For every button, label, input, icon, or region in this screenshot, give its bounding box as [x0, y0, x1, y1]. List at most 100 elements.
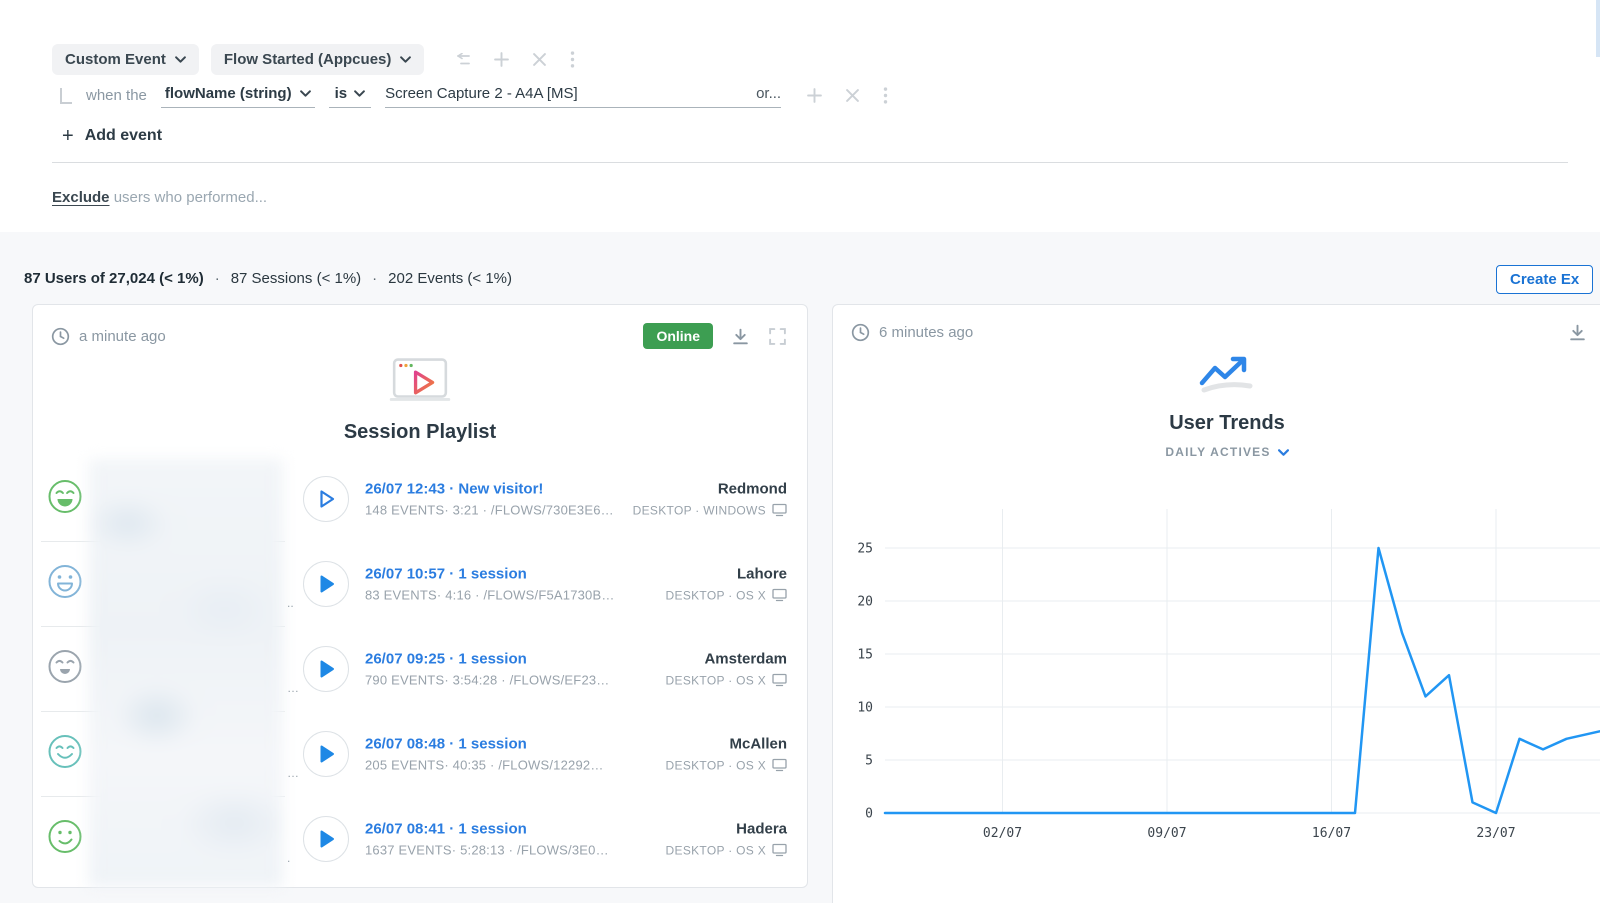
x-tick-label: 02/07: [983, 826, 1022, 841]
chevron-down-icon: [400, 56, 412, 63]
play-icon: [320, 489, 335, 508]
event-name-dropdown[interactable]: Flow Started (Appcues): [210, 44, 425, 75]
emoji-smile-blue-icon: [47, 563, 83, 604]
condition-row: when the flowName (string) is Screen Cap…: [60, 82, 888, 108]
play-icon: [320, 830, 334, 847]
chevron-down-icon: [354, 90, 365, 97]
download-icon[interactable]: [1568, 323, 1587, 342]
add-event-button[interactable]: + Add event: [62, 125, 162, 147]
play-session-button[interactable]: [303, 730, 349, 777]
x-tick-label: 09/07: [1147, 826, 1186, 841]
play-session-button[interactable]: [303, 560, 349, 607]
or-more-button[interactable]: or...: [756, 85, 781, 102]
session-city: Amsterdam: [704, 650, 787, 667]
kebab-icon[interactable]: [883, 87, 888, 104]
event-name-label: Flow Started (Appcues): [223, 51, 392, 68]
exclude-hint: users who performed...: [113, 189, 268, 206]
create-export-button[interactable]: Create Ex: [1496, 265, 1594, 294]
session-link[interactable]: 26/07 12:43 · New visitor!: [365, 480, 614, 497]
separator-dot: ·: [372, 270, 378, 287]
chevron-down-icon: [1277, 448, 1289, 456]
session-device: DESKTOP · OS X: [666, 843, 787, 857]
play-session-button[interactable]: [303, 645, 349, 692]
plus-icon[interactable]: [807, 88, 822, 103]
property-label: flowName (string): [164, 85, 292, 102]
name-ellipsis: ..: [287, 596, 294, 610]
daily-actives-line: [883, 546, 1600, 815]
session-device: DESKTOP · OS X: [666, 673, 787, 687]
last-updated: 6 minutes ago: [879, 324, 974, 341]
condition-row-actions: [807, 87, 888, 108]
trend-arrow-icon: [833, 356, 1600, 401]
operator-dropdown[interactable]: is: [328, 85, 372, 108]
session-city: Lahore: [736, 565, 787, 582]
users-count: 87 Users of 27,024 (< 1%): [24, 270, 204, 287]
session-city: McAllen: [729, 735, 787, 752]
clock-icon: [851, 323, 870, 342]
download-icon[interactable]: [731, 327, 750, 346]
event-row-actions: [452, 51, 575, 68]
last-updated: a minute ago: [79, 327, 166, 345]
trends-card-header: 6 minutes ago: [833, 305, 1600, 342]
device-label: DESKTOP · WINDOWS: [632, 503, 766, 517]
session-link[interactable]: 26/07 10:57 · 1 session: [365, 565, 615, 582]
play-session-button[interactable]: [303, 815, 349, 862]
value-input[interactable]: Screen Capture 2 - A4A [MS] or...: [385, 85, 782, 108]
y-tick-label: 5: [865, 754, 873, 769]
user-trends-card: 6 minutes ago User Trends DAILY ACTIVES …: [832, 304, 1600, 903]
session-meta: 790 EVENTS· 3:54:28 · /FLOWS/EF23…: [365, 672, 610, 687]
play-icon: [320, 660, 334, 677]
metric-selector[interactable]: DAILY ACTIVES: [833, 445, 1600, 459]
play-icon: [320, 575, 334, 592]
session-city: Redmond: [717, 480, 787, 497]
session-link[interactable]: 26/07 09:25 · 1 session: [365, 650, 610, 667]
chevron-down-icon: [299, 90, 311, 97]
session-playlist-icon: [33, 357, 807, 410]
x-tick-label: 23/07: [1476, 826, 1515, 841]
monitor-icon: [772, 503, 787, 517]
add-branch-icon[interactable]: [452, 52, 471, 67]
event-type-label: Custom Event: [65, 51, 166, 68]
scroll-edge: [1596, 0, 1600, 57]
close-icon[interactable]: [846, 89, 859, 102]
expand-icon[interactable]: [768, 327, 787, 346]
device-label: DESKTOP · OS X: [665, 673, 766, 687]
kebab-icon[interactable]: [570, 51, 575, 68]
online-status-badge[interactable]: Online: [643, 323, 713, 349]
name-ellipsis: …: [287, 766, 299, 780]
value-text: Screen Capture 2 - A4A [MS]: [385, 85, 578, 102]
property-dropdown[interactable]: flowName (string): [160, 85, 315, 108]
session-link[interactable]: 26/07 08:41 · 1 session: [365, 820, 609, 837]
plus-icon[interactable]: [494, 52, 510, 67]
separator-dot: ·: [214, 270, 220, 287]
device-label: DESKTOP · OS X: [665, 588, 766, 602]
device-label: DESKTOP · OS X: [665, 843, 766, 857]
play-icon: [320, 745, 334, 762]
exclude-row: Exclude users who performed...: [52, 189, 267, 206]
y-tick-label: 25: [857, 542, 873, 557]
session-meta: 1637 EVENTS· 5:28:13 · /FLOWS/3E0…: [365, 842, 609, 857]
session-meta: 205 EVENTS· 40:35 · /FLOWS/12292…: [365, 757, 604, 772]
section-divider: [52, 162, 1568, 163]
daily-actives-chart[interactable]: 0 5 10 15 20 25 02/07 09/07 16/07 23/07: [833, 485, 1600, 865]
monitor-icon: [772, 843, 787, 857]
metric-label: DAILY ACTIVES: [1165, 445, 1271, 459]
session-link[interactable]: 26/07 08:48 · 1 session: [365, 735, 604, 752]
y-tick-label: 15: [857, 648, 873, 663]
trends-card-title: User Trends: [1169, 412, 1285, 434]
redacted-user-names: [89, 459, 283, 887]
device-label: DESKTOP · OS X: [665, 758, 766, 772]
plus-icon: +: [62, 125, 74, 147]
close-icon[interactable]: [533, 53, 547, 66]
session-card-title: Session Playlist: [343, 421, 497, 443]
y-tick-label: 0: [865, 807, 873, 822]
event-type-dropdown[interactable]: Custom Event: [52, 44, 199, 75]
emoji-smirk-green-icon: [47, 818, 83, 859]
event-filter-row: Custom Event Flow Started (Appcues): [52, 44, 575, 75]
x-tick-label: 16/07: [1312, 826, 1351, 841]
play-session-button[interactable]: [303, 475, 349, 522]
name-ellipsis: .: [287, 851, 291, 865]
exclude-link[interactable]: Exclude: [52, 189, 110, 206]
monitor-icon: [772, 588, 787, 602]
session-device: DESKTOP · OS X: [666, 588, 787, 602]
